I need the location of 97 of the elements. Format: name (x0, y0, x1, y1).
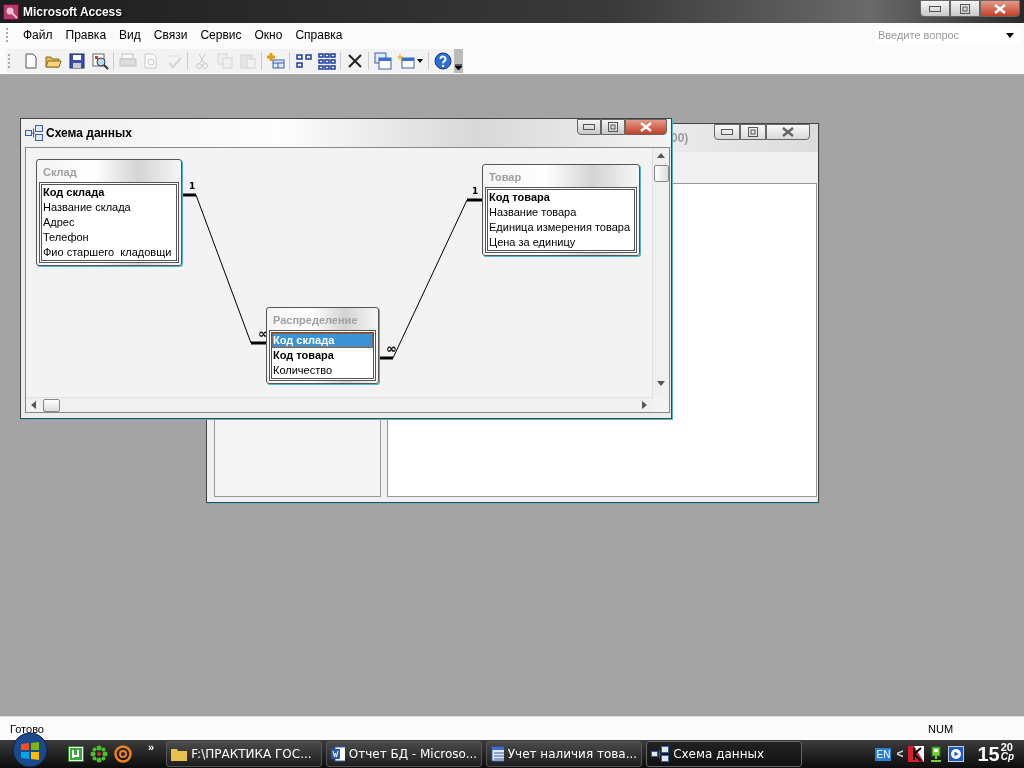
restore-button[interactable] (950, 0, 980, 17)
network-icon[interactable] (929, 746, 944, 762)
scroll-right-icon (642, 401, 647, 409)
window-title: Схема данных (46, 126, 132, 140)
table-title: Товар (488, 170, 523, 185)
restore-icon (748, 127, 758, 137)
scroll-left-icon (31, 401, 36, 409)
two-boxes-icon (294, 51, 313, 70)
window-title: Microsoft Access (23, 4, 123, 19)
restore-button[interactable] (601, 119, 625, 135)
dropdown-caret-icon (1006, 32, 1014, 38)
field-item[interactable]: Телефон (42, 230, 176, 245)
printer-icon (118, 51, 137, 70)
scroll-thumb[interactable] (654, 165, 669, 182)
chevron-down-icon (455, 63, 462, 70)
minimize-button[interactable] (577, 119, 601, 135)
caret-icon (417, 58, 423, 63)
relationships-icon (651, 746, 670, 762)
copy-icon (215, 51, 234, 70)
add-table-icon (266, 51, 285, 70)
table-box[interactable]: Склад Код склада Название склада Адрес Телефон Фио старшего кладовщи (36, 159, 182, 266)
field-item[interactable]: Цена за единицу (488, 235, 634, 250)
clock-hour: 15 (977, 742, 1000, 766)
scroll-down-icon (657, 381, 665, 386)
delete-icon (345, 51, 364, 70)
taskbar-button[interactable]: F:\ПРАКТИКА ГОС... (166, 741, 323, 767)
folder-icon (171, 747, 188, 761)
close-button[interactable] (980, 0, 1020, 17)
close-icon (640, 122, 652, 132)
close-icon (782, 127, 794, 137)
scroll-thumb[interactable] (43, 399, 60, 412)
menu-item[interactable]: Правка (59, 26, 113, 44)
field-item[interactable]: Код склада (42, 185, 176, 200)
antivirus-icon[interactable] (908, 746, 925, 762)
field-item[interactable]: Код товара (272, 348, 373, 363)
restore-button[interactable] (740, 124, 766, 140)
close-button[interactable] (625, 119, 667, 135)
show-hidden-icons-button[interactable]: < (896, 747, 904, 761)
app-icon (3, 3, 19, 20)
field-item[interactable]: Количество (272, 363, 373, 378)
menu-item[interactable]: Связи (147, 26, 194, 44)
close-button[interactable] (766, 124, 810, 140)
horizontal-scrollbar[interactable] (26, 397, 653, 412)
taskbar-button[interactable]: Отчет БД - Microso... (326, 741, 483, 767)
relationships-icon (25, 125, 43, 141)
taskbar-button[interactable]: Схема данных (646, 741, 803, 767)
toolbar-button[interactable] (431, 49, 454, 72)
magnifier-document-icon (90, 51, 109, 70)
document-icon (331, 746, 345, 762)
media-player-icon[interactable] (948, 746, 965, 762)
box-grid-icon (317, 51, 336, 70)
help-icon (433, 51, 452, 70)
table-title: Склад (42, 165, 78, 180)
minimize-icon (721, 129, 733, 135)
clock-minute: 20 (1000, 742, 1013, 752)
menu-item[interactable]: Вид (113, 26, 147, 44)
more-button[interactable]: » (148, 741, 155, 753)
help-search-field[interactable]: Введите вопрос (876, 26, 1020, 44)
cardinality-label: 1 (472, 186, 479, 196)
save-icon (67, 51, 86, 70)
mail-agent-icon[interactable] (114, 745, 132, 763)
field-item[interactable]: Адрес (42, 215, 176, 230)
torrent-icon[interactable] (68, 746, 84, 762)
menu-item[interactable]: Справка (289, 26, 349, 44)
cardinality-label: ∞ (386, 341, 397, 356)
vertical-scrollbar[interactable] (652, 148, 669, 398)
table-box[interactable]: Распределение Код склада Код товара Количество (266, 307, 379, 384)
status-text: Готово (10, 722, 45, 735)
toolbar-options-button[interactable] (454, 48, 463, 73)
field-item[interactable]: Название товара (488, 205, 634, 220)
taskbar-button[interactable]: Учет наличия това... (486, 741, 643, 767)
table-box[interactable]: Товар Код товара Название товара Единица измерения товара Цена за единицу (482, 164, 640, 256)
cardinality-label: 1 (189, 181, 196, 191)
form-icon (491, 746, 504, 762)
new-object-icon (397, 51, 415, 70)
menu-item[interactable]: Окно (248, 26, 289, 44)
restore-icon (960, 3, 970, 14)
minimize-icon (583, 124, 595, 130)
field-item[interactable]: Единица измерения товара (488, 220, 634, 235)
windows-icon (373, 51, 392, 70)
print-preview-icon (141, 51, 160, 70)
flower-icon[interactable] (90, 745, 108, 763)
minimize-button[interactable] (714, 124, 740, 140)
close-icon (994, 3, 1006, 14)
minimize-icon (929, 5, 941, 12)
restore-icon (608, 122, 618, 132)
language-indicator[interactable]: EN (875, 747, 892, 761)
field-item[interactable]: Фио старшего кладовщи (42, 245, 176, 260)
field-item[interactable]: Название склада (42, 200, 176, 215)
menu-item[interactable]: Файл (17, 26, 59, 44)
minimize-button[interactable] (920, 0, 950, 17)
field-item[interactable]: Код товара (488, 190, 634, 205)
clock-day: Ср (1000, 752, 1014, 762)
table-title: Распределение (272, 313, 359, 328)
paste-icon (238, 51, 257, 70)
menu-item[interactable]: Сервис (194, 26, 248, 44)
num-lock-indicator: NUM (928, 722, 955, 735)
